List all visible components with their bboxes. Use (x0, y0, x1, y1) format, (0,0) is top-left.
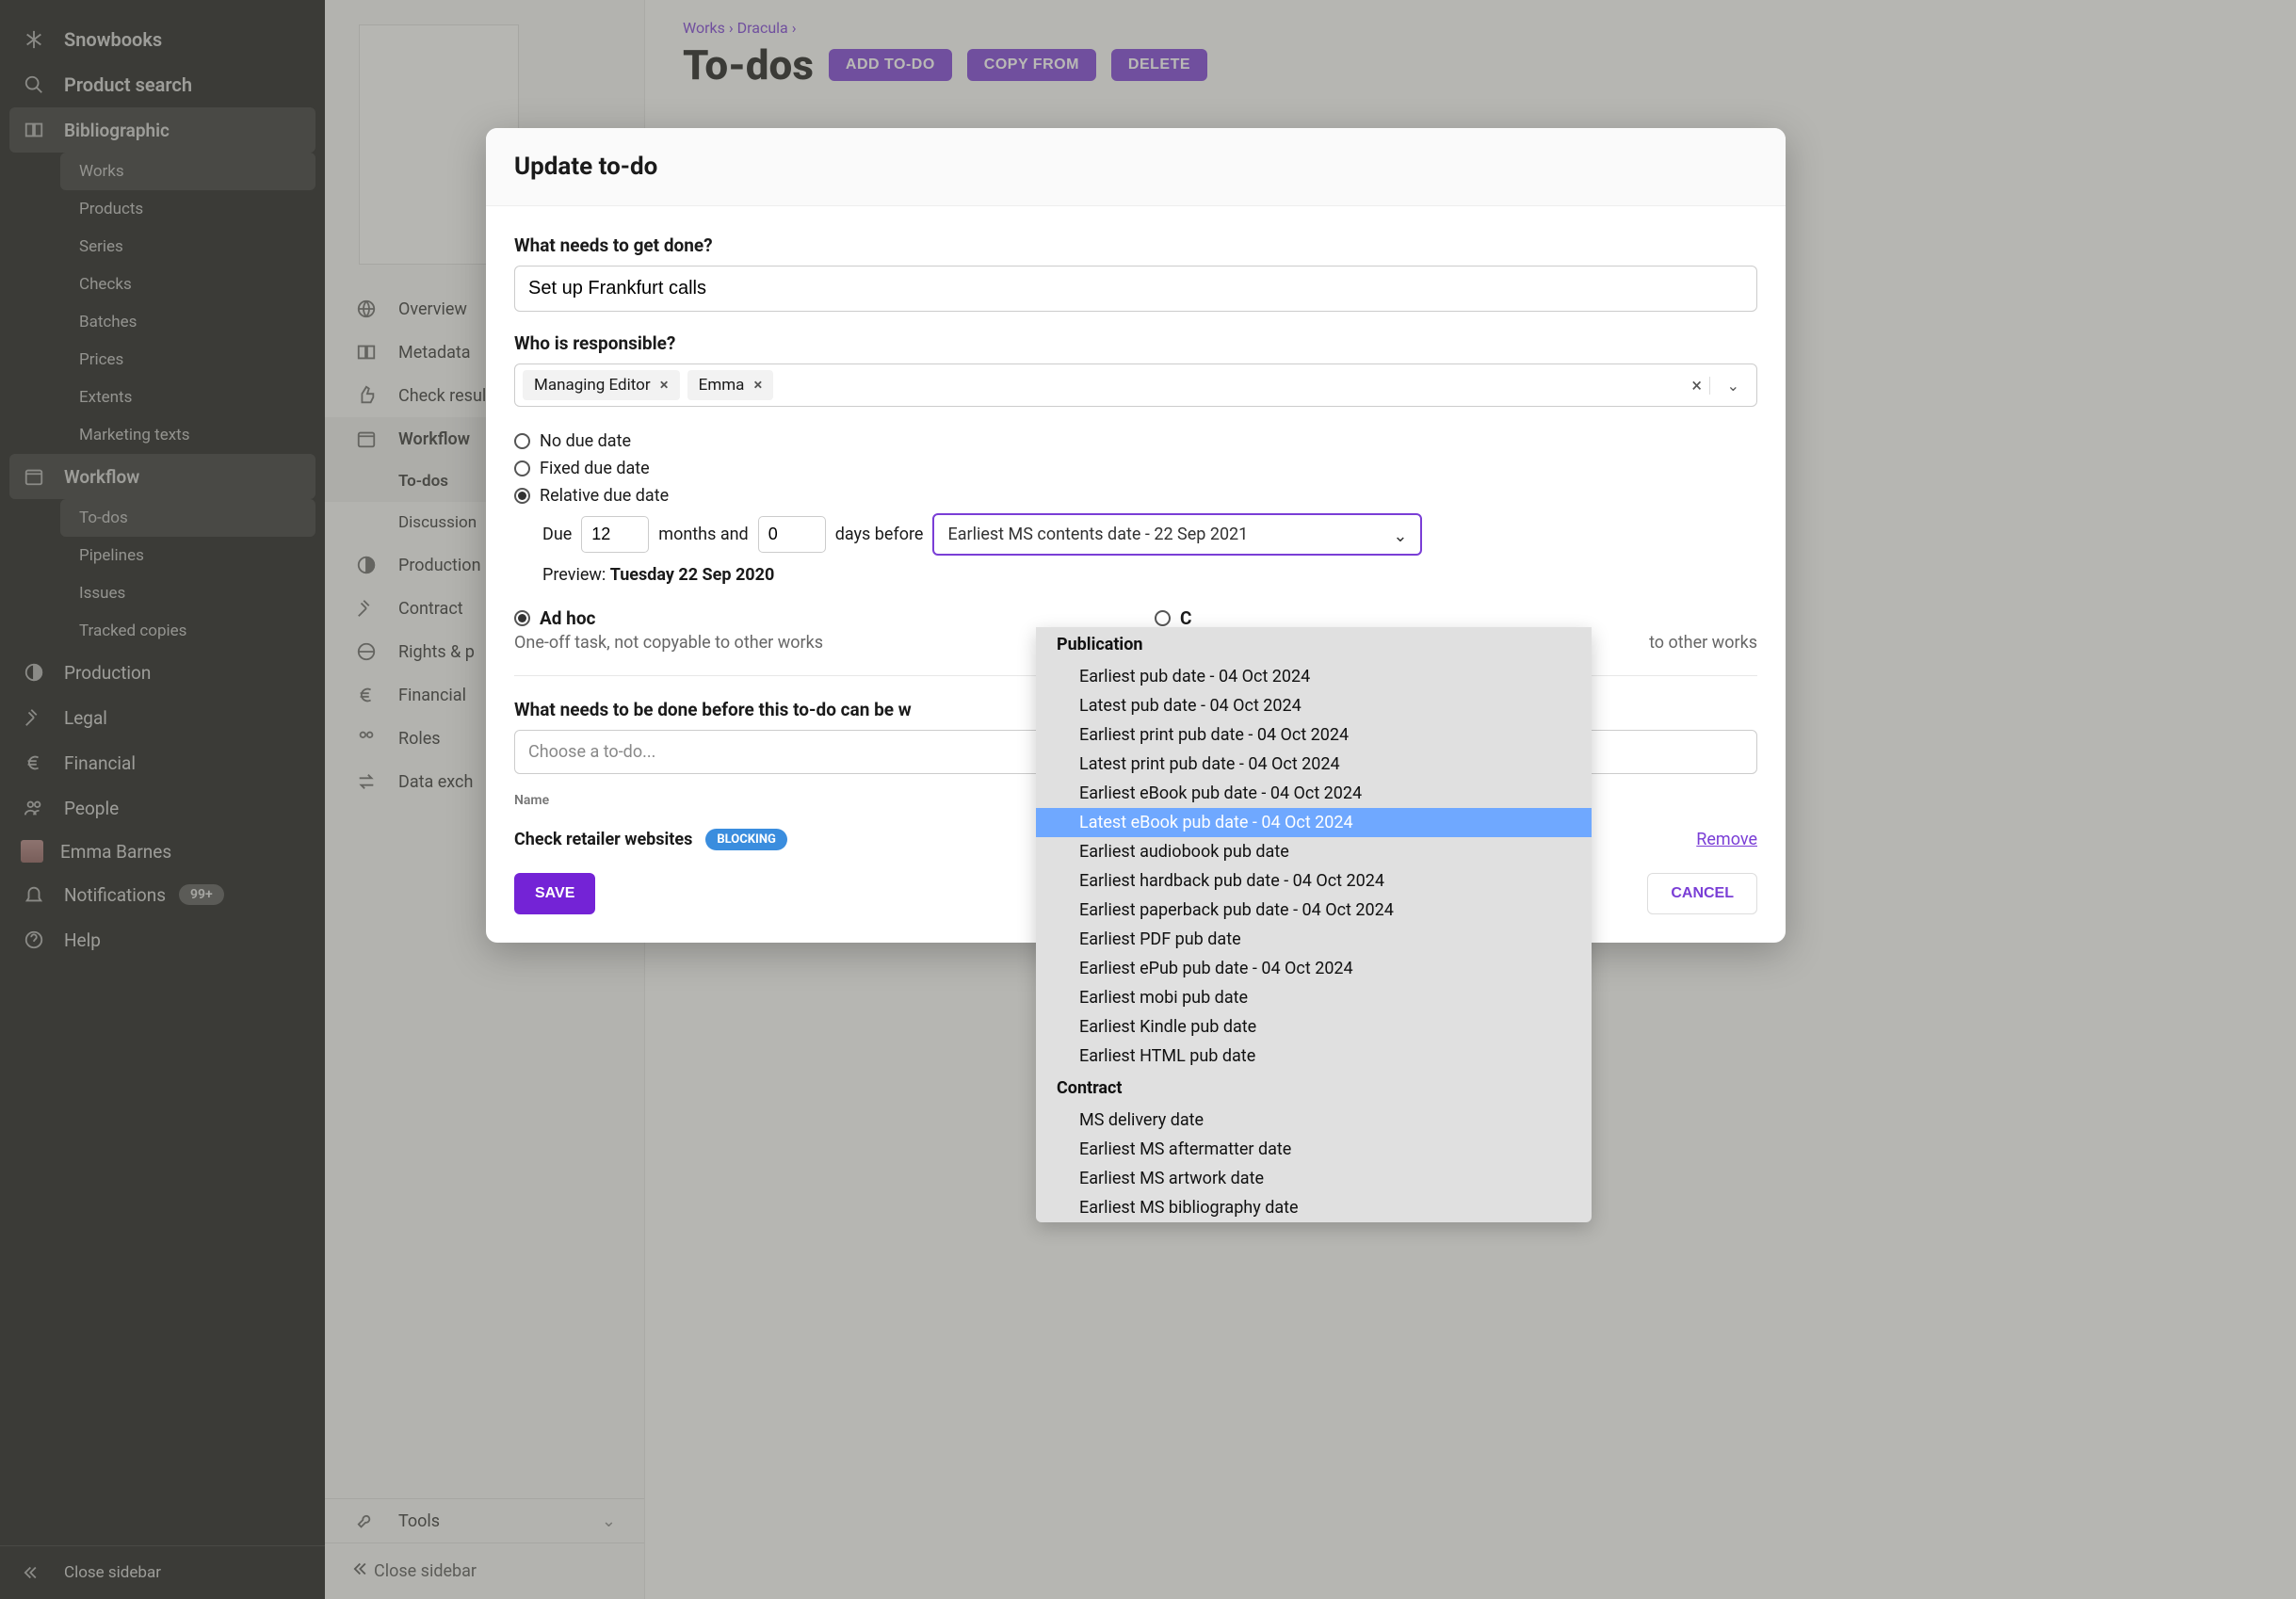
dropdown-option[interactable]: Earliest audiobook pub date (1036, 837, 1592, 866)
dropdown-group-publication: Publication (1036, 627, 1592, 662)
dropdown-option[interactable]: Earliest hardback pub date - 04 Oct 2024 (1036, 866, 1592, 896)
dropdown-option[interactable]: Latest print pub date - 04 Oct 2024 (1036, 750, 1592, 779)
blocking-badge: BLOCKING (705, 829, 787, 850)
dropdown-option[interactable]: Earliest ePub pub date - 04 Oct 2024 (1036, 954, 1592, 983)
dropdown-option[interactable]: Earliest print pub date - 04 Oct 2024 (1036, 720, 1592, 750)
chevron-down-icon: ⌄ (1393, 526, 1407, 546)
clear-all-tags-icon[interactable]: × (1691, 374, 1702, 396)
dropdown-option[interactable]: Earliest mobi pub date (1036, 983, 1592, 1012)
dropdown-option[interactable]: Latest pub date - 04 Oct 2024 (1036, 691, 1592, 720)
dropdown-option[interactable]: Earliest eBook pub date - 04 Oct 2024 (1036, 779, 1592, 808)
dropdown-option[interactable]: Earliest paperback pub date - 04 Oct 202… (1036, 896, 1592, 925)
dropdown-option[interactable]: Latest eBook pub date - 04 Oct 2024 (1036, 808, 1592, 837)
radio-selected-icon (514, 610, 530, 626)
what-input[interactable] (514, 266, 1757, 312)
dropdown-option[interactable]: Earliest PDF pub date (1036, 925, 1592, 954)
anchor-date-dropdown: Publication Earliest pub date - 04 Oct 2… (1036, 627, 1592, 1222)
radio-icon (514, 460, 530, 476)
cancel-button[interactable]: CANCEL (1647, 873, 1757, 914)
due-prefix: Due (542, 525, 572, 544)
remove-tag-icon[interactable]: × (660, 376, 669, 395)
dropdown-option[interactable]: Earliest Kindle pub date (1036, 1012, 1592, 1042)
chevron-down-icon[interactable]: ⌄ (1709, 377, 1739, 395)
preview-line: Preview: Tuesday 22 Sep 2020 (542, 565, 1757, 585)
modal-title: Update to-do (486, 128, 1786, 206)
what-label: What needs to get done? (514, 234, 1757, 256)
save-button[interactable]: SAVE (514, 873, 595, 914)
who-label: Who is responsible? (514, 332, 1757, 354)
dropdown-option[interactable]: Earliest MS bibliography date (1036, 1193, 1592, 1222)
days-input[interactable] (758, 516, 826, 553)
type-adhoc[interactable]: Ad hoc One-off task, not copyable to oth… (514, 607, 1117, 653)
prereq-name: Check retailer websites (514, 830, 692, 849)
remove-prereq-link[interactable]: Remove (1696, 830, 1757, 849)
anchor-date-select[interactable]: Earliest MS contents date - 22 Sep 2021 … (932, 513, 1422, 556)
dropdown-option[interactable]: Earliest HTML pub date (1036, 1042, 1592, 1071)
dropdown-group-contract: Contract (1036, 1071, 1592, 1106)
due-option-none[interactable]: No due date (514, 431, 1757, 451)
dropdown-option[interactable]: Earliest MS artwork date (1036, 1164, 1592, 1193)
dropdown-option[interactable]: MS delivery date (1036, 1106, 1592, 1135)
due-option-relative[interactable]: Relative due date (514, 486, 1757, 506)
due-option-fixed[interactable]: Fixed due date (514, 459, 1757, 478)
months-input[interactable] (581, 516, 649, 553)
responsible-input[interactable]: Managing Editor× Emma× × ⌄ (514, 363, 1757, 407)
radio-selected-icon (514, 488, 530, 504)
responsible-tag: Managing Editor× (523, 370, 680, 400)
remove-tag-icon[interactable]: × (753, 376, 762, 395)
radio-icon (514, 433, 530, 449)
responsible-tag: Emma× (687, 370, 774, 400)
dropdown-option[interactable]: Earliest pub date - 04 Oct 2024 (1036, 662, 1592, 691)
dropdown-option[interactable]: Earliest MS aftermatter date (1036, 1135, 1592, 1164)
radio-icon (1155, 610, 1171, 626)
